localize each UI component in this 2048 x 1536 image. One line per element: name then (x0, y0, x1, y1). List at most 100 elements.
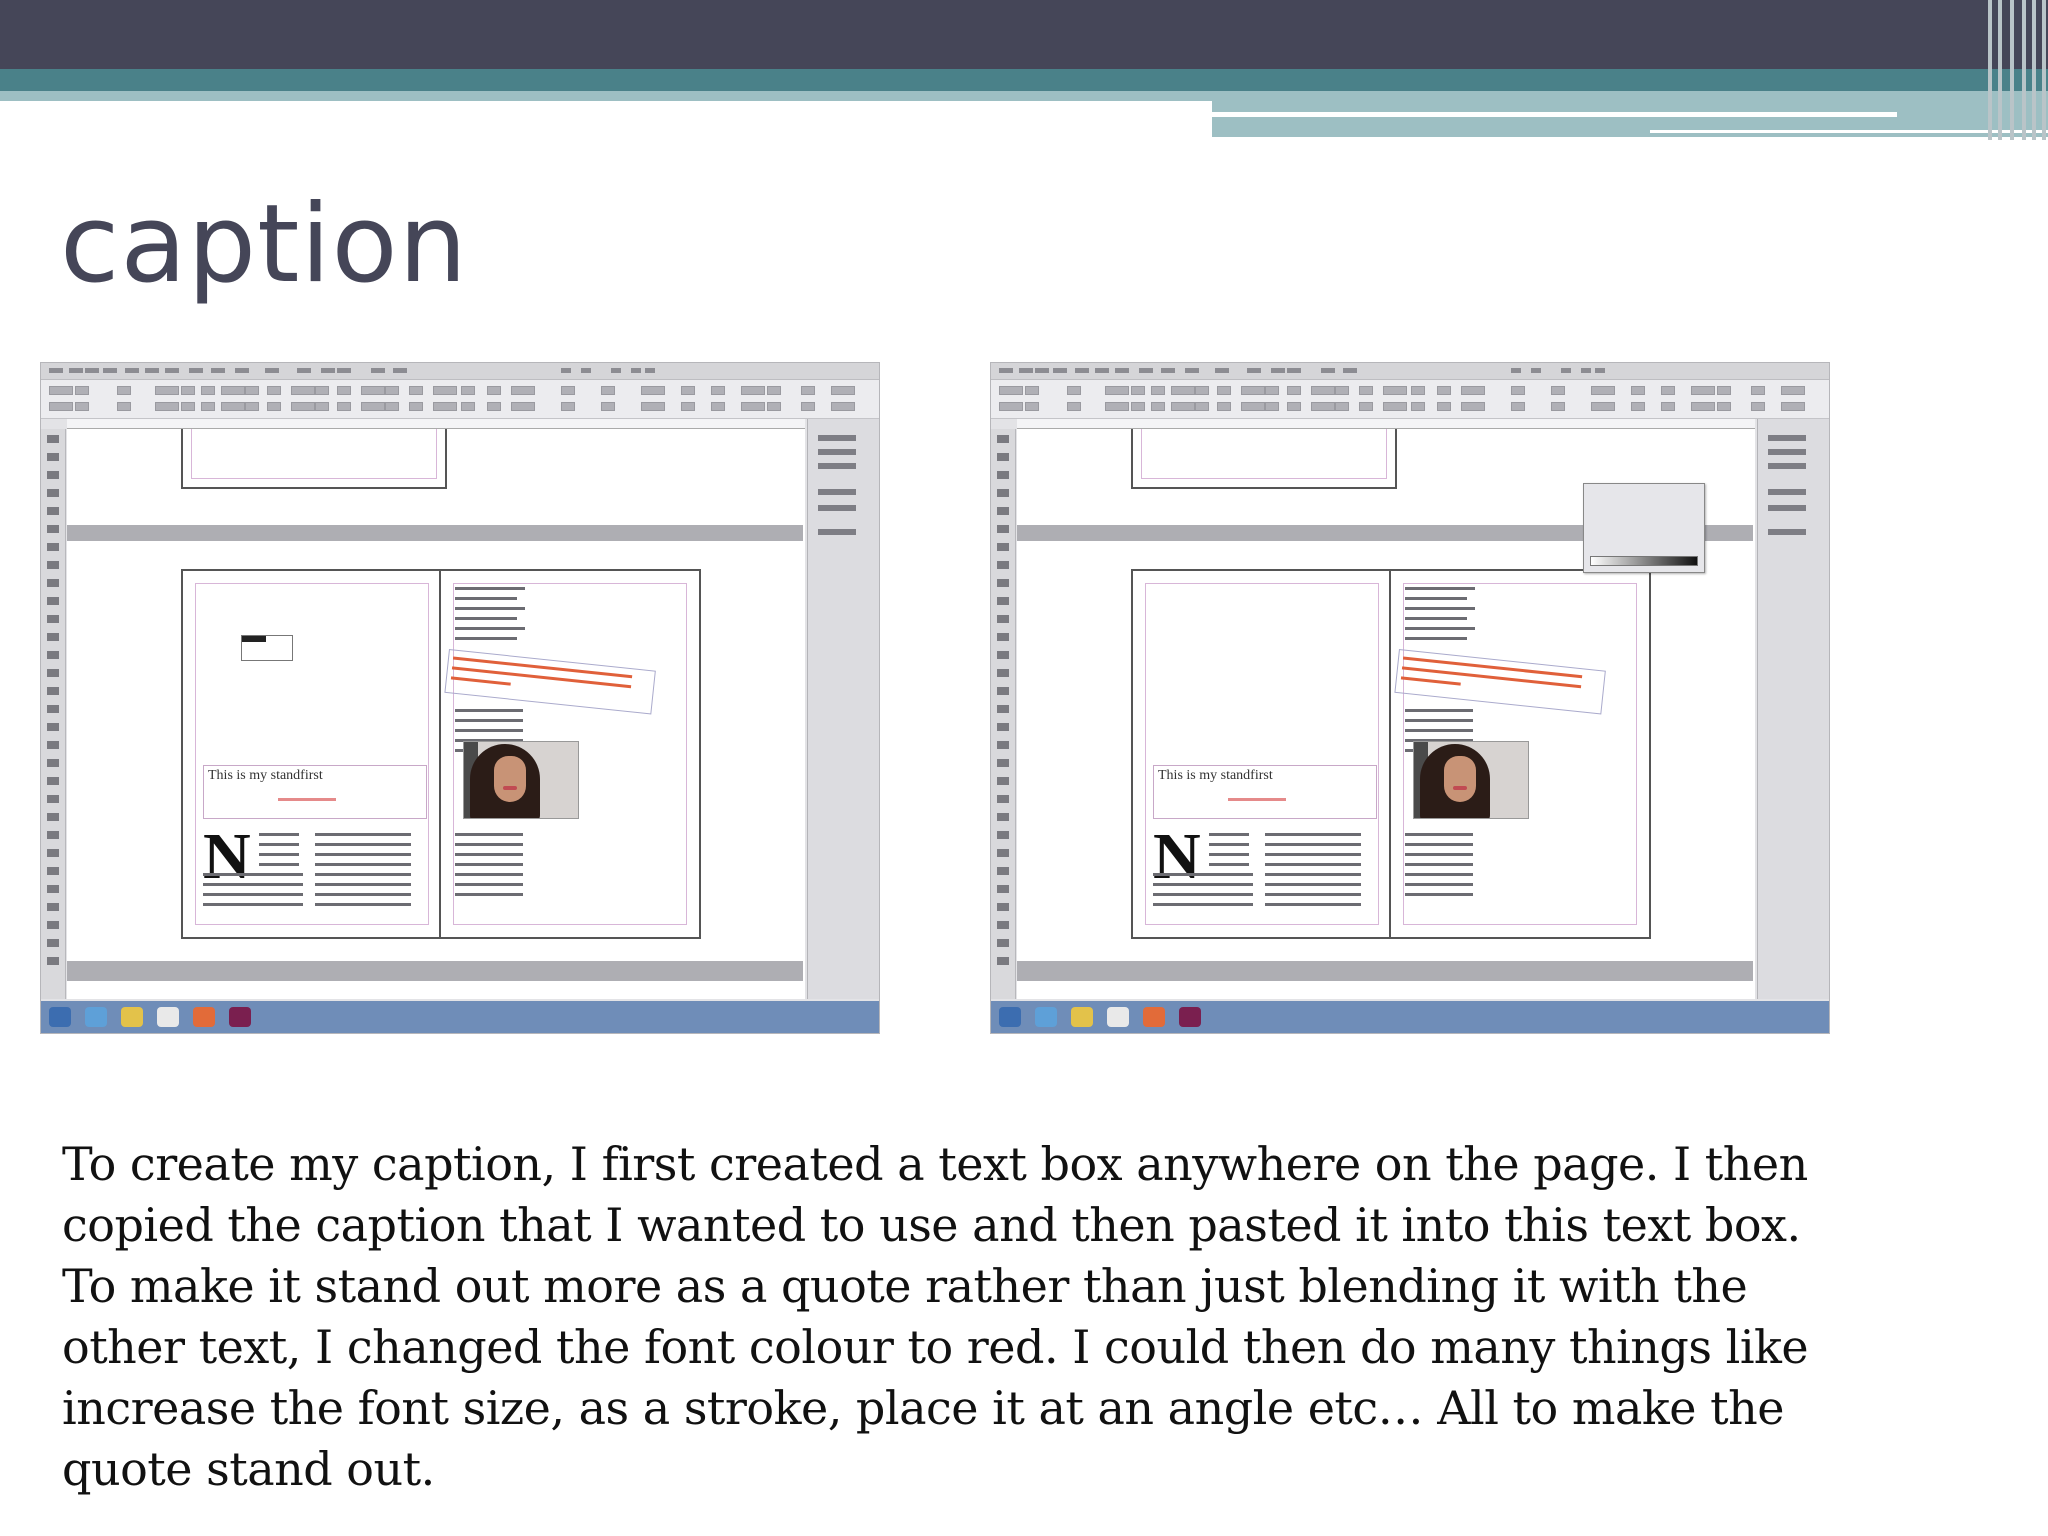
control-field (181, 386, 195, 395)
taskbar-app-icon (1035, 1007, 1057, 1027)
body-copy-line (1153, 893, 1253, 896)
panels-dock (807, 419, 879, 999)
body-copy-line (1405, 587, 1475, 590)
menu-item (145, 368, 159, 373)
body-copy-line (1405, 843, 1473, 846)
body-line: copied the caption that I wanted to use … (62, 1198, 1801, 1252)
control-field (1217, 402, 1231, 411)
tool-icon (997, 813, 1009, 821)
header-bar-teal (0, 69, 2048, 91)
menu-item (1161, 368, 1175, 373)
control-field (181, 402, 195, 411)
control-field (711, 402, 725, 411)
body-copy-line (455, 883, 523, 886)
control-field (361, 402, 385, 411)
control-field (1691, 402, 1715, 411)
control-field (1511, 386, 1525, 395)
control-field (1067, 402, 1081, 411)
tool-icon (997, 453, 1009, 461)
panel-item (1768, 435, 1806, 441)
body-copy-line (315, 883, 411, 886)
control-field (561, 402, 575, 411)
taskbar-app-icon (999, 1007, 1021, 1027)
control-field (1217, 386, 1231, 395)
standfirst-frame: This is my standfirst (203, 765, 427, 819)
control-field (267, 402, 281, 411)
body-copy-line (315, 873, 411, 876)
margin-guide (1141, 429, 1387, 479)
body-copy-line (259, 833, 299, 836)
tool-icon (47, 795, 59, 803)
tool-icon (997, 525, 1009, 533)
tool-icon (997, 651, 1009, 659)
control-field (1105, 402, 1129, 411)
control-field (561, 386, 575, 395)
body-copy-line (203, 893, 303, 896)
control-field (1171, 402, 1195, 411)
body-copy-line (315, 863, 411, 866)
body-copy-line (455, 833, 523, 836)
body-copy-line (203, 883, 303, 886)
menu-item (69, 368, 83, 373)
menu-item (1215, 368, 1229, 373)
control-field (1195, 386, 1209, 395)
body-copy-line (1209, 863, 1249, 866)
menu-item (371, 368, 385, 373)
control-field (49, 402, 73, 411)
control-field (337, 386, 351, 395)
control-field (1461, 402, 1485, 411)
control-field (641, 386, 665, 395)
header-bar-dark (0, 0, 2048, 69)
tool-icon (997, 903, 1009, 911)
body-copy-line (455, 729, 523, 732)
control-field (337, 402, 351, 411)
control-field (49, 386, 73, 395)
tool-icon (47, 867, 59, 875)
body-copy-line (1265, 853, 1361, 856)
control-field (315, 386, 329, 395)
tool-icon (47, 597, 59, 605)
tool-icon (47, 507, 59, 515)
tool-icon (47, 651, 59, 659)
control-field (245, 386, 259, 395)
body-copy-line (315, 853, 411, 856)
control-field (361, 386, 385, 395)
menu-item (999, 368, 1013, 373)
control-field (1511, 402, 1525, 411)
body-copy-line (1265, 843, 1361, 846)
pasteboard-band (1017, 961, 1753, 981)
windows-taskbar (41, 1001, 879, 1033)
body-copy-line (1265, 883, 1361, 886)
control-field (1437, 402, 1451, 411)
header-accent-line (1212, 112, 1897, 117)
body-copy-line (259, 853, 299, 856)
menu-item (265, 368, 279, 373)
body-copy-line (455, 863, 523, 866)
page-spread: This is my standfirst N (181, 569, 705, 939)
control-panel (991, 380, 1829, 419)
control-field (601, 402, 615, 411)
menu-item (321, 368, 335, 373)
body-copy-line (455, 637, 517, 640)
menu-item (1271, 368, 1285, 373)
left-page: This is my standfirst N (1131, 569, 1393, 939)
tool-icon (997, 561, 1009, 569)
body-copy-line (455, 627, 525, 630)
control-field (1661, 402, 1675, 411)
control-field (1359, 386, 1373, 395)
tool-icon (997, 489, 1009, 497)
tool-icon (997, 957, 1009, 965)
menu-item (581, 368, 591, 373)
control-panel (41, 380, 879, 419)
control-field (1631, 402, 1645, 411)
menu-item (1115, 368, 1129, 373)
tool-icon (997, 705, 1009, 713)
menu-item (611, 368, 621, 373)
control-field (1171, 386, 1195, 395)
body-copy-line (315, 833, 411, 836)
panel-item (818, 489, 856, 495)
body-copy-line (455, 853, 523, 856)
drop-cap: N (1153, 820, 1201, 893)
control-field (1591, 386, 1615, 395)
control-field (681, 402, 695, 411)
